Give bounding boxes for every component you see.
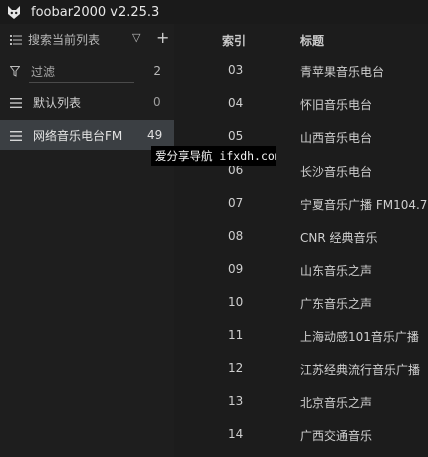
track-title: 青苹果音乐电台 (300, 65, 385, 79)
track-row[interactable]: 12 江苏经典流行音乐广播 (174, 352, 428, 384)
track-index: 08 (228, 229, 244, 243)
track-row[interactable]: 13 北京音乐之声 (174, 385, 428, 417)
column-header-title[interactable]: 标题 (300, 32, 324, 49)
playlist-count: 0 (153, 95, 161, 109)
track-index: 13 (228, 394, 244, 408)
menu-lines-icon (10, 97, 22, 108)
track-index: 10 (228, 295, 244, 309)
filter-icon (9, 65, 21, 77)
track-title: 广东音乐之声 (300, 297, 373, 311)
track-row[interactable]: 08 CNR 经典音乐 (174, 220, 428, 252)
plus-icon[interactable]: + (156, 28, 169, 48)
track-index: 04 (228, 96, 244, 110)
playlist-name: 网络音乐电台FM (33, 128, 123, 143)
column-header: 索引 标题 (174, 24, 428, 54)
filter-field[interactable]: 过滤 2 (0, 60, 174, 82)
track-index: 14 (228, 427, 244, 441)
track-row[interactable]: 07 宁夏音乐广播 FM104.7 (174, 187, 428, 219)
track-row[interactable]: 14 广西交通音乐 (174, 418, 428, 450)
track-row[interactable]: 09 山东音乐之声 (174, 253, 428, 285)
filter-placeholder[interactable]: 过滤 (31, 63, 55, 80)
foobar-logo-icon (6, 4, 22, 20)
track-index: 07 (228, 196, 244, 210)
track-title: 山西音乐电台 (300, 131, 373, 145)
track-index: 09 (228, 262, 244, 276)
track-row[interactable]: 11 上海动感101音乐广播 (174, 319, 428, 351)
title-bar: foobar2000 v2.25.3 (0, 0, 428, 24)
track-title: 北京音乐之声 (300, 396, 373, 410)
track-title: 广西交通音乐 (300, 429, 373, 443)
track-title: 怀旧音乐电台 (300, 98, 373, 112)
track-row[interactable]: 04 怀旧音乐电台 (174, 87, 428, 119)
playlist-count: 49 (147, 128, 163, 142)
playlist-item[interactable]: 默认列表 0 (0, 87, 174, 117)
track-index: 12 (228, 361, 244, 375)
chevron-down-icon[interactable]: ▽ (132, 31, 140, 44)
track-index: 05 (228, 129, 244, 143)
track-row[interactable]: 03 青苹果音乐电台 (174, 54, 428, 86)
track-index: 03 (228, 63, 244, 77)
track-title: 宁夏音乐广播 FM104.7 (300, 198, 428, 212)
playlist-search-bar[interactable]: 搜索当前列表 ▽ + (0, 28, 174, 50)
playlist-view: 索引 标题 03 青苹果音乐电台 04 怀旧音乐电台 05 山西音乐电台 06 … (174, 24, 428, 457)
column-header-index[interactable]: 索引 (222, 32, 246, 49)
menu-lines-icon (10, 130, 22, 141)
track-title: 江苏经典流行音乐广播 (300, 363, 421, 377)
track-title: 山东音乐之声 (300, 264, 373, 278)
track-index: 11 (228, 328, 244, 342)
search-label[interactable]: 搜索当前列表 (28, 31, 100, 48)
playlist-sidebar: 搜索当前列表 ▽ + 过滤 2 默认列表 0 网络音乐电台FM 49 (0, 24, 174, 457)
track-title: 上海动感101音乐广播 (300, 330, 419, 344)
filter-count: 2 (153, 64, 161, 78)
playlist-name: 默认列表 (33, 95, 82, 110)
playlist-item-selected[interactable]: 网络音乐电台FM 49 (0, 120, 174, 150)
track-title: CNR 经典音乐 (300, 231, 378, 245)
list-icon (10, 34, 22, 45)
track-row[interactable]: 10 广东音乐之声 (174, 286, 428, 318)
app-title: foobar2000 v2.25.3 (31, 4, 160, 20)
watermark-tooltip: 爱分享导航 ifxdh.com (151, 146, 276, 166)
filter-underline (29, 82, 134, 83)
track-title: 长沙音乐电台 (300, 165, 373, 179)
